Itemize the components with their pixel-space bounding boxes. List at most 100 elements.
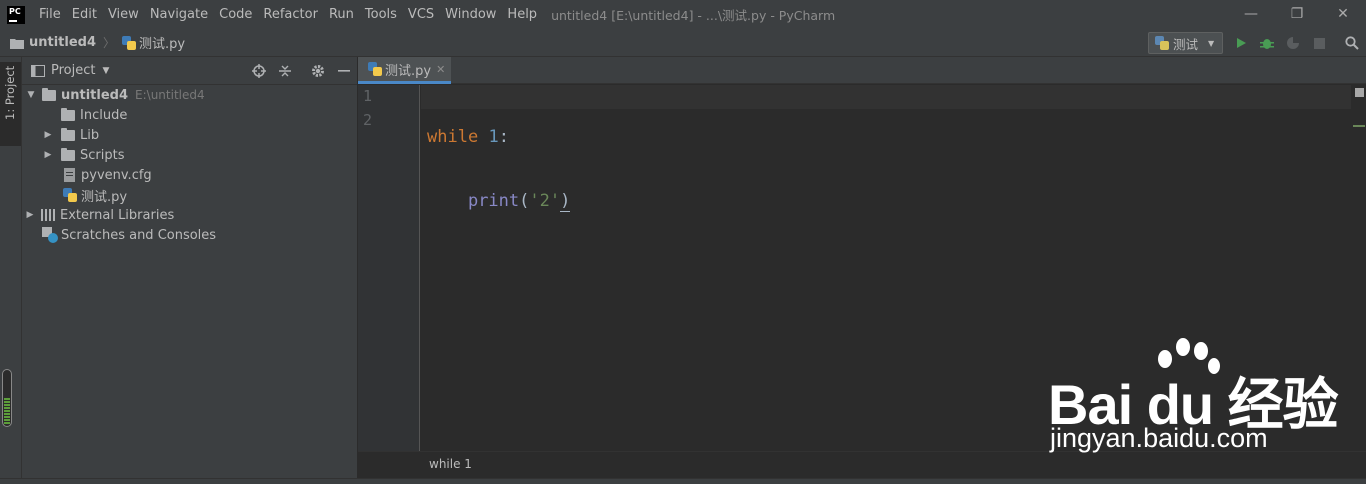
tree-item-scripts[interactable]: ▶ Scripts [22,145,357,165]
project-view-icon [31,64,45,77]
status-bar [0,478,1366,484]
minimize-button[interactable]: — [1228,0,1274,29]
tab-label: 测试.py [385,63,432,79]
tree-item-pyvenv-cfg[interactable]: pyvenv.cfg [22,165,357,185]
expand-arrow-icon[interactable]: ▶ [42,130,54,140]
run-config-label: 测试 [1173,36,1199,52]
tree-item-scratches[interactable]: Scratches and Consoles [22,225,357,245]
menu-file[interactable]: File [34,0,67,29]
run-with-coverage-button[interactable] [1283,33,1303,53]
editor-tab-active[interactable]: 测试.py ✕ [358,57,451,84]
menu-refactor[interactable]: Refactor [258,0,324,29]
project-tree: ▼ untitled4 E:\untitled4 Include ▶ Lib ▶… [22,85,357,245]
locate-file-button[interactable] [249,61,269,81]
tree-item-label: Include [80,107,128,123]
string-token: '2' [529,191,561,211]
tree-item-root[interactable]: ▼ untitled4 E:\untitled4 [22,85,357,105]
tree-item-path-hint: E:\untitled4 [135,88,205,102]
line-number: 2 [363,111,373,129]
menu-navigate[interactable]: Navigate [145,0,214,29]
menu-help[interactable]: Help [502,0,543,29]
python-file-icon [368,62,382,76]
folder-icon [61,107,75,121]
builtin-token: print [467,191,520,211]
error-stripe [1352,85,1366,451]
line-number-gutter: 1 2 [358,85,420,451]
run-icon [1237,38,1246,48]
menu-edit[interactable]: Edit [67,0,103,29]
project-panel: Project ▼ ▼ untitled4 E:\untitled4 Inclu… [22,57,358,484]
collapse-all-button[interactable] [275,61,295,81]
left-tool-strip: 1: Project [0,57,22,484]
baidu-jingyan-watermark: Bai du 经验 jingyan.baidu.com [1040,338,1340,458]
minimize-icon [338,70,350,72]
navigation-bar: untitled4 〉 测试.py 测试 ▼ [0,29,1366,57]
library-icon [41,209,55,221]
python-icon [1155,36,1169,50]
restore-button[interactable]: ❐ [1274,0,1320,29]
menu-run[interactable]: Run [324,0,360,29]
code-line: print('2') [427,189,571,213]
folder-icon [42,87,56,101]
punctuation-token: ) [560,191,571,212]
project-panel-title[interactable]: Project [51,63,95,78]
code-editor[interactable]: while 1: print('2') [427,85,571,253]
chevron-down-icon[interactable]: ▼ [102,66,109,76]
stop-button[interactable] [1309,33,1329,53]
inspection-status-icon[interactable] [1355,88,1364,97]
close-button[interactable]: ✕ [1320,0,1366,29]
punctuation-token: : [498,127,509,147]
folder-icon [61,147,75,161]
search-everywhere-button[interactable] [1342,33,1362,53]
window-title: untitled4 [E:\untitled4] - ...\测试.py - P… [551,8,836,23]
breadcrumb-project[interactable]: untitled4 [29,35,96,50]
expand-arrow-icon[interactable]: ▶ [24,210,36,220]
tree-item-label: External Libraries [60,207,175,223]
run-configuration-dropdown[interactable]: 测试 ▼ [1148,32,1223,54]
tree-item-label: pyvenv.cfg [81,167,152,183]
tree-item-label: Scripts [80,147,125,163]
text-file-icon [64,168,75,182]
debug-bug-icon [1260,39,1274,49]
tree-item-include[interactable]: Include [22,105,357,125]
chevron-down-icon: ▼ [1208,38,1215,48]
keyword-token: while [427,127,479,147]
run-button[interactable] [1231,33,1251,53]
menu-window[interactable]: Window [440,0,502,29]
scratches-icon [42,227,58,243]
number-token: 1 [488,127,499,147]
python-file-icon [63,188,77,202]
hide-panel-button[interactable] [334,61,354,81]
tree-item-lib[interactable]: ▶ Lib [22,125,357,145]
memory-indicator[interactable] [2,369,12,427]
menu-view[interactable]: View [103,0,145,29]
stop-icon [1313,37,1325,49]
expand-arrow-icon[interactable]: ▼ [25,90,37,100]
python-file-icon [122,35,137,50]
warning-marker[interactable] [1353,125,1365,127]
menu-code[interactable]: Code [214,0,258,29]
breadcrumb: untitled4 〉 测试.py [10,33,185,52]
tree-item-external-libraries[interactable]: ▶ External Libraries [22,205,357,225]
close-icon[interactable]: ✕ [436,63,445,76]
tree-item-py-file[interactable]: 测试.py [22,185,357,205]
menu-vcs[interactable]: VCS [403,0,440,29]
breadcrumb-file[interactable]: 测试.py [139,33,185,52]
tree-item-label: Lib [80,127,100,143]
expand-arrow-icon[interactable]: ▶ [42,150,54,160]
breadcrumb-separator: 〉 [103,36,116,50]
folder-icon [10,38,24,49]
menu-tools[interactable]: Tools [360,0,403,29]
code-breadcrumb[interactable]: while 1 [429,457,472,471]
title-bar: PC File Edit View Navigate Code Refactor… [0,0,1366,29]
coverage-icon [1287,37,1299,49]
project-tool-tab[interactable]: 1: Project [0,62,21,146]
window-controls: — ❐ ✕ [1228,0,1366,29]
debug-button[interactable] [1257,33,1277,53]
settings-button[interactable] [308,61,328,81]
crosshair-icon [252,64,266,78]
pycharm-logo-icon: PC [7,5,25,24]
tree-item-label: untitled4 [61,87,129,103]
punctuation-token: ( [519,191,530,211]
